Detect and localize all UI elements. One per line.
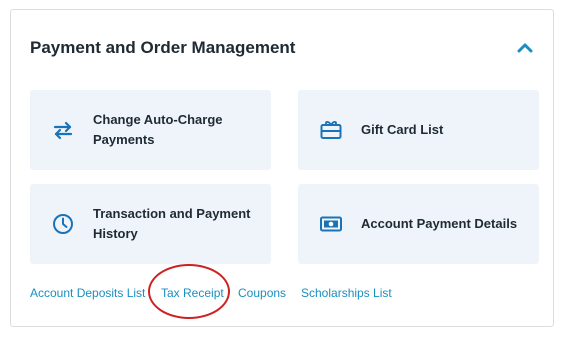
chevron-up-icon xyxy=(517,43,533,53)
card-transaction-payment-history[interactable]: Transaction and Payment History xyxy=(30,184,271,264)
card-label: Transaction and Payment History xyxy=(93,206,251,241)
payment-order-management-panel: Payment and Order Management Change Auto… xyxy=(10,9,554,327)
money-bill-icon xyxy=(319,212,343,236)
card-account-payment-details[interactable]: Account Payment Details xyxy=(298,184,539,264)
swap-arrows-icon xyxy=(51,118,75,142)
section-title: Payment and Order Management xyxy=(30,38,296,57)
gift-card-icon xyxy=(319,118,343,142)
link-coupons[interactable]: Coupons xyxy=(238,286,286,300)
panel-header: Payment and Order Management xyxy=(30,36,539,64)
card-gift-card-list[interactable]: Gift Card List xyxy=(298,90,539,170)
link-account-deposits-list[interactable]: Account Deposits List xyxy=(30,286,145,300)
card-label: Account Payment Details xyxy=(361,216,518,231)
card-label: Gift Card List xyxy=(361,122,444,137)
link-scholarships-list[interactable]: Scholarships List xyxy=(301,286,392,300)
collapse-button[interactable] xyxy=(515,38,535,58)
card-change-auto-charge-payments[interactable]: Change Auto-Charge Payments xyxy=(30,90,271,170)
card-label: Change Auto-Charge Payments xyxy=(93,112,223,147)
annotation-circle xyxy=(148,264,230,319)
clock-icon xyxy=(51,212,75,236)
